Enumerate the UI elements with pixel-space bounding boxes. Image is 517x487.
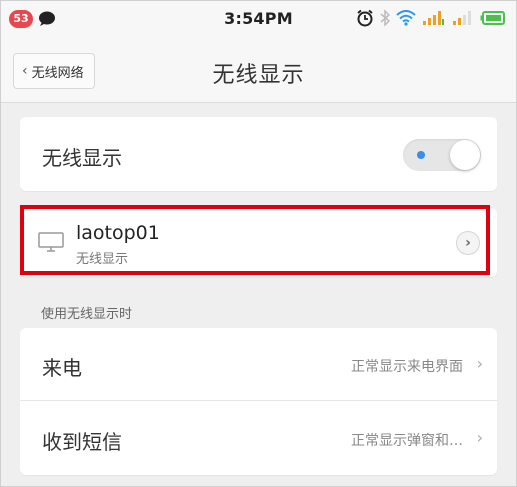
wireless-display-toggle[interactable] — [403, 139, 481, 171]
status-bar: 53 3:54PM — [1, 1, 516, 37]
toggle-indicator-dot — [417, 151, 425, 159]
settings-list: 来电 正常显示来电界面 › 收到短信 正常显示弹窗和… › — [20, 328, 497, 475]
wireless-display-screen: 53 3:54PM ‹ 无线网络 无线显示 无线显示 laotop01 无线显示… — [0, 0, 517, 487]
device-subtitle: 无线显示 — [76, 252, 129, 267]
monitor-icon — [38, 232, 64, 256]
wireless-display-label: 无线显示 — [42, 146, 122, 170]
battery-icon — [480, 10, 506, 26]
page-title: 无线显示 — [212, 63, 305, 88]
wireless-display-toggle-row[interactable]: 无线显示 — [20, 117, 497, 191]
bluetooth-icon — [380, 9, 390, 27]
chevron-right-icon: › — [476, 354, 483, 373]
signal-icon — [452, 10, 474, 26]
device-name: laotop01 — [76, 222, 160, 244]
setting-row-incoming-call[interactable]: 来电 正常显示来电界面 › — [20, 328, 497, 401]
alarm-icon — [356, 9, 374, 27]
setting-row-sms[interactable]: 收到短信 正常显示弹窗和… › — [20, 402, 497, 475]
setting-label: 收到短信 — [42, 430, 122, 454]
section-header: 使用无线显示时 — [41, 307, 133, 322]
chevron-right-icon[interactable]: › — [456, 231, 480, 255]
chevron-right-icon: › — [476, 428, 483, 447]
toggle-knob — [450, 140, 480, 170]
signal-icon — [422, 10, 446, 26]
device-row[interactable]: laotop01 无线显示 › — [20, 208, 497, 277]
setting-label: 来电 — [42, 356, 82, 380]
setting-value: 正常显示弹窗和… — [351, 433, 463, 449]
header: ‹ 无线网络 无线显示 — [1, 37, 516, 103]
setting-value: 正常显示来电界面 — [351, 359, 463, 375]
wifi-icon — [396, 10, 416, 26]
